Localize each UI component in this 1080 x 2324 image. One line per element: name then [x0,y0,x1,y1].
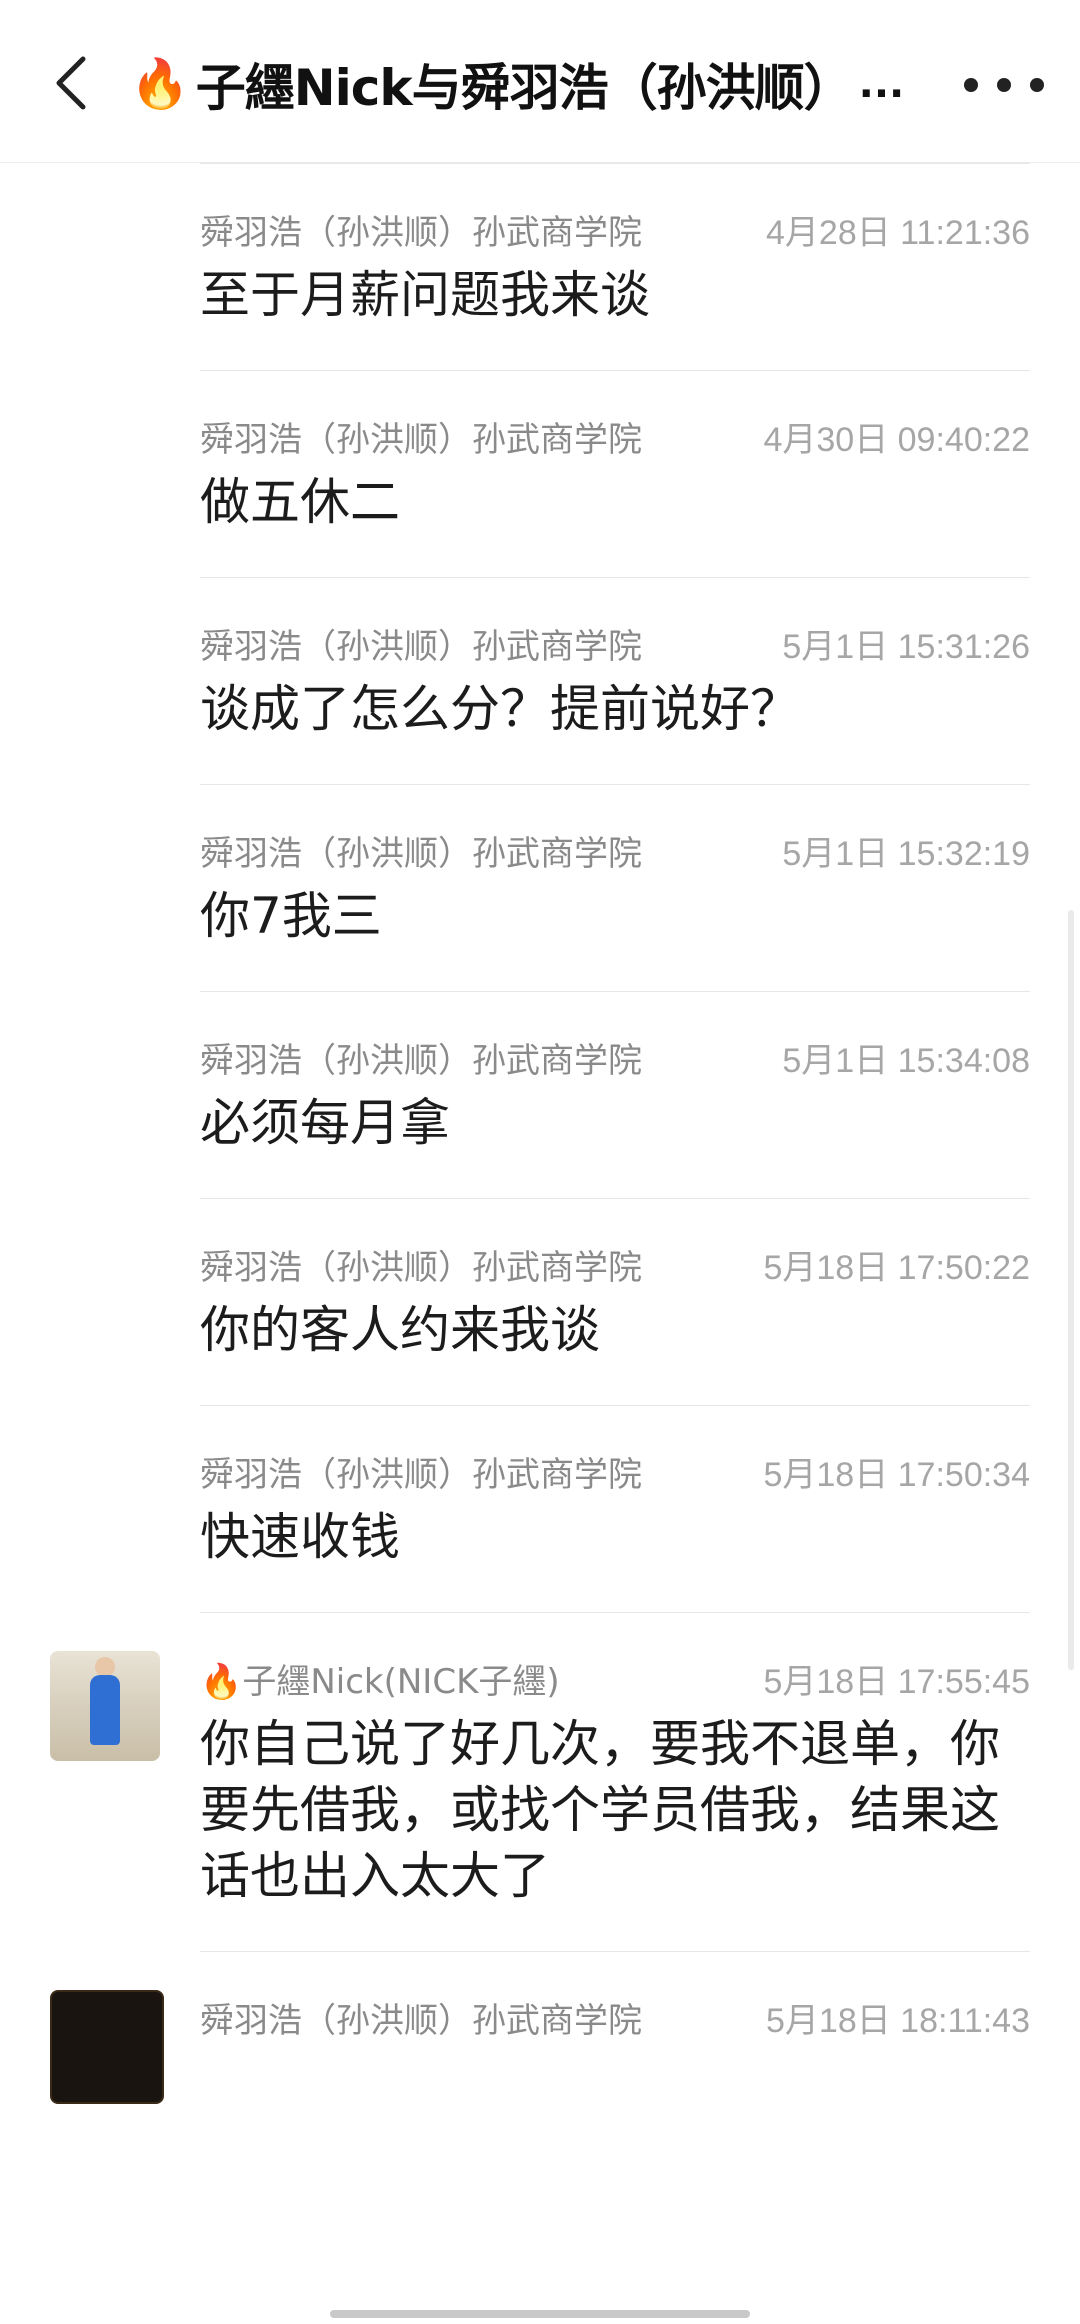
more-dot [997,78,1011,92]
message-sender: 舜羽浩（孙洪顺）孙武商学院 [200,419,642,460]
message-text: 至于月薪问题我来谈 [200,266,650,324]
fire-icon: 🔥 [130,56,190,112]
message-time: 5月1日 15:32:19 [782,834,1030,873]
chat-header: 🔥 子纆Nick与舜羽浩（孙洪顺） ... [0,0,1080,163]
message-text: 快速收钱 [200,1508,400,1566]
message-sender: 舜羽浩（孙洪顺）孙武商学院 [200,2000,642,2041]
message-sender: 舜羽浩（孙洪顺）孙武商学院 [200,1040,642,1081]
message-time: 5月18日 17:55:45 [763,1662,1030,1701]
avatar[interactable] [50,1990,164,2104]
message-text [200,2042,1030,2092]
message-time: 5月1日 15:31:26 [782,627,1030,666]
message-time: 5月18日 17:50:34 [763,1455,1030,1494]
message-item[interactable]: 舜羽浩（孙洪顺）孙武商学院 5月18日 18:11:43 [50,1952,1030,2104]
message-sender: 舜羽浩（孙洪顺）孙武商学院 [200,212,642,253]
chevron-left-icon [56,56,86,110]
avatar-figure [90,1675,120,1745]
message-time: 5月18日 18:11:43 [766,2001,1030,2040]
chat-title: 🔥 子纆Nick与舜羽浩（孙洪顺） ... [130,52,930,116]
message-item[interactable]: 🔥子纆Nick(NICK子纆) 5月18日 17:55:45 你自己说了好几次，… [50,1613,1030,1952]
avatar-head [95,1657,115,1677]
message-item[interactable]: 舜羽浩（孙洪顺）孙武商学院 4月28日 11:21:36 至于月薪问题我来谈 [200,163,1030,371]
message-text: 做五休二 [200,473,400,531]
title-ellipsis: ... [858,61,905,107]
message-list[interactable]: 舜羽浩（孙洪顺）孙武商学院 4月28日 11:21:36 至于月薪问题我来谈 舜… [0,163,1080,2104]
message-time: 4月30日 09:40:22 [763,420,1030,459]
message-time: 5月1日 15:34:08 [782,1041,1030,1080]
message-item[interactable]: 舜羽浩（孙洪顺）孙武商学院 5月1日 15:34:08 必须每月拿 [200,992,1030,1199]
message-sender: 🔥子纆Nick(NICK子纆) [200,1654,560,1703]
message-time: 4月28日 11:21:36 [766,213,1030,252]
message-text: 必须每月拿 [200,1094,450,1152]
message-sender: 舜羽浩（孙洪顺）孙武商学院 [200,626,642,667]
avatar[interactable] [50,1651,160,1761]
message-sender: 舜羽浩（孙洪顺）孙武商学院 [200,1454,642,1495]
message-item[interactable]: 舜羽浩（孙洪顺）孙武商学院 5月18日 17:50:22 你的客人约来我谈 [200,1199,1030,1406]
message-sender: 舜羽浩（孙洪顺）孙武商学院 [200,1247,642,1288]
message-item[interactable]: 舜羽浩（孙洪顺）孙武商学院 4月30日 09:40:22 做五休二 [200,371,1030,578]
more-options-button[interactable] [964,60,1044,110]
message-time: 5月18日 17:50:22 [763,1248,1030,1287]
back-button[interactable] [36,48,106,118]
message-item[interactable]: 舜羽浩（孙洪顺）孙武商学院 5月18日 17:50:34 快速收钱 [200,1406,1030,1613]
message-text: 谈成了怎么分？提前说好？ [200,680,800,738]
message-sender: 舜羽浩（孙洪顺）孙武商学院 [200,833,642,874]
message-item[interactable]: 舜羽浩（孙洪顺）孙武商学院 5月1日 15:31:26 谈成了怎么分？提前说好？ [200,578,1030,785]
message-text: 你7我三 [200,887,382,945]
fire-icon: 🔥 [200,1661,243,1702]
message-text: 你的客人约来我谈 [200,1301,600,1359]
chat-title-text: 子纆Nick与舜羽浩（孙洪顺） [195,59,853,116]
home-indicator[interactable] [330,2310,750,2318]
message-item[interactable]: 舜羽浩（孙洪顺）孙武商学院 5月1日 15:32:19 你7我三 [200,785,1030,992]
scrollbar[interactable] [1068,910,1074,1670]
more-dot [964,78,978,92]
message-text: 你自己说了好几次，要我不退单，你要先借我，或找个学员借我，结果这话也出入太大了 [200,1715,1000,1905]
sender-name: 子纆Nick(NICK子纆) [242,1661,560,1702]
more-dot [1030,78,1044,92]
